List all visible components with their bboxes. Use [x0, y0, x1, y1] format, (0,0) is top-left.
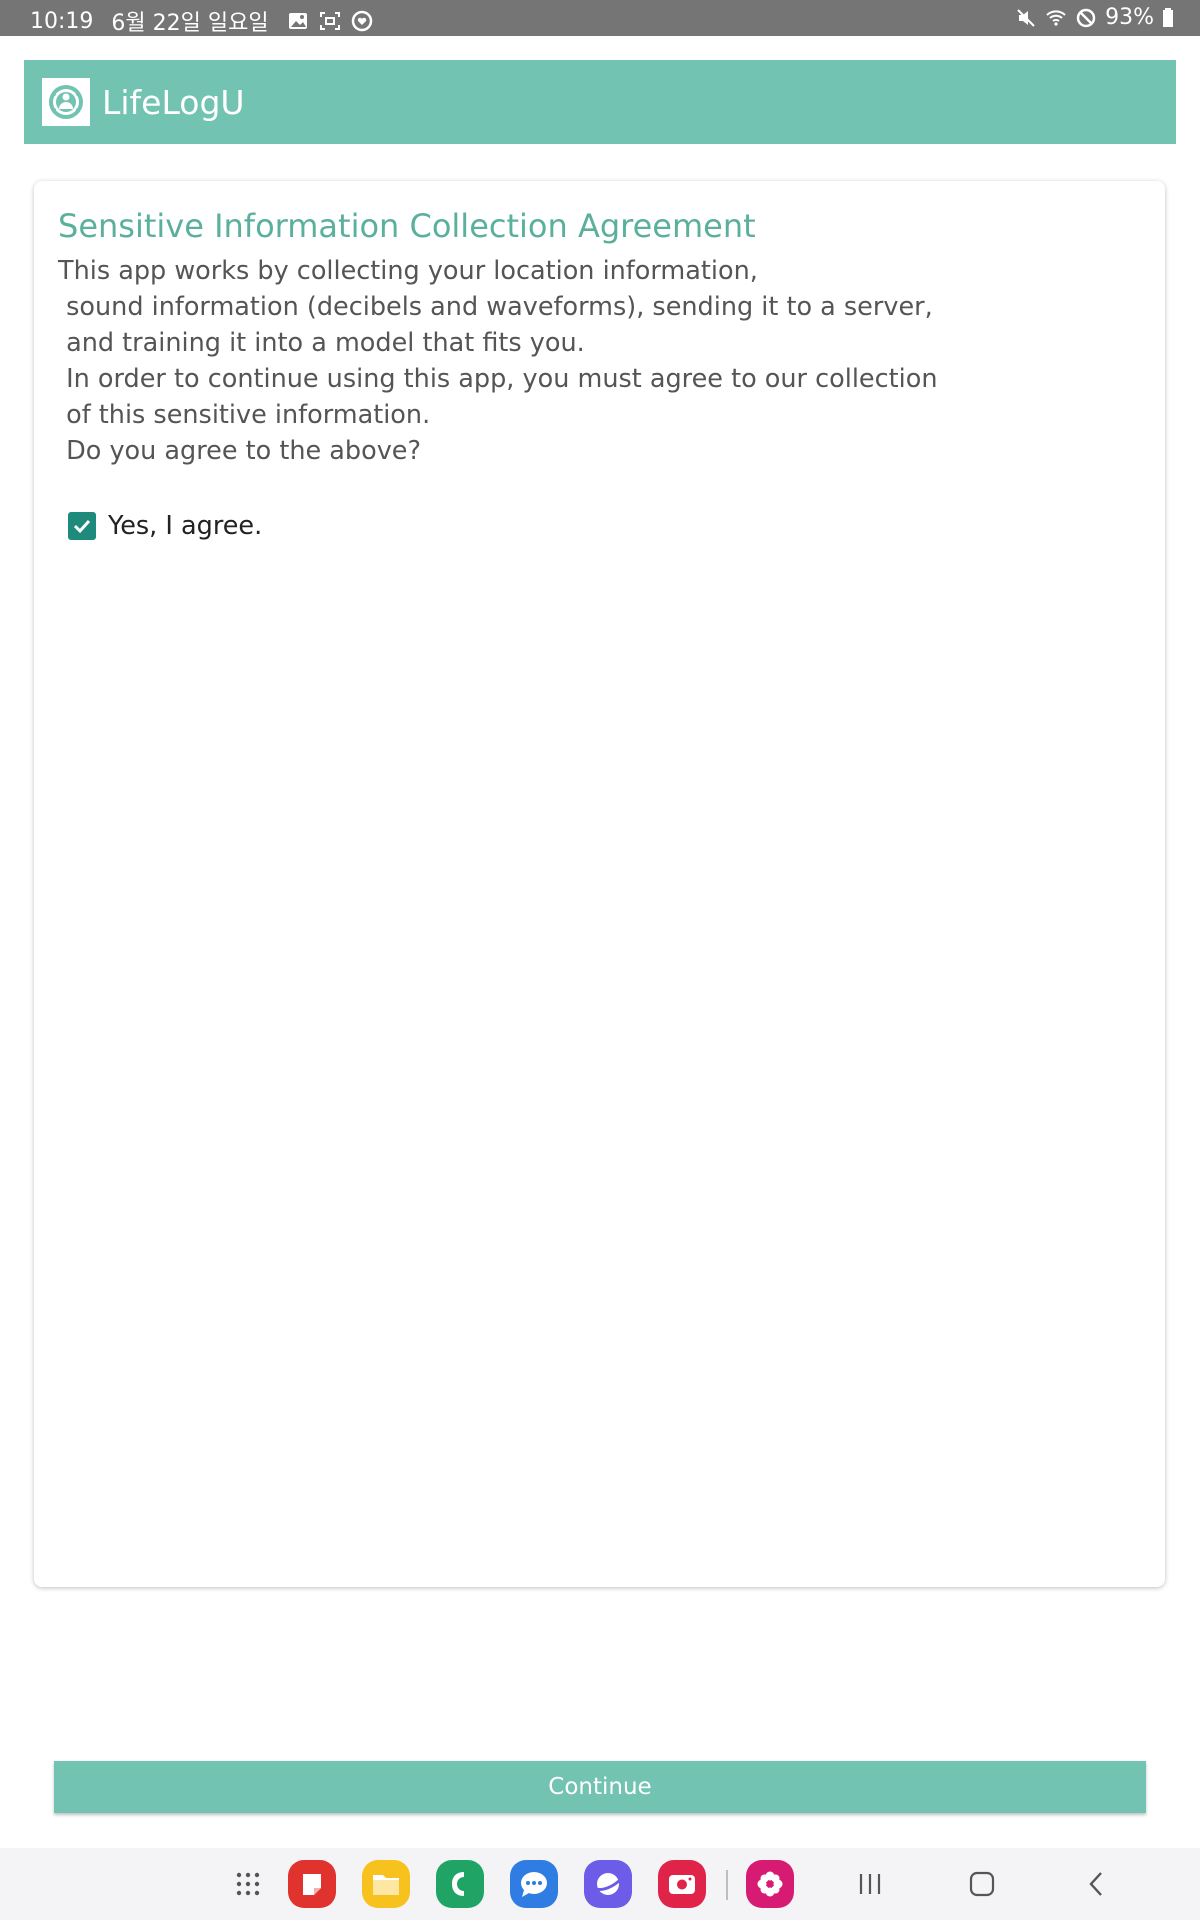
- home-icon[interactable]: [958, 1860, 1006, 1908]
- agreement-body: This app works by collecting your locati…: [58, 253, 938, 469]
- continue-button[interactable]: Continue: [54, 1761, 1146, 1813]
- screenshot-icon: [319, 12, 340, 30]
- agreement-line: In order to continue using this app, you…: [58, 364, 938, 394]
- notes-app-icon[interactable]: [288, 1860, 336, 1908]
- status-time: 10:19: [30, 8, 94, 34]
- agreement-title: Sensitive Information Collection Agreeme…: [58, 207, 756, 245]
- wifi-icon: [1046, 9, 1066, 26]
- app-drawer-icon[interactable]: [224, 1860, 272, 1908]
- screen-recorder-app-icon[interactable]: [658, 1860, 706, 1908]
- taskbar-divider: [726, 1870, 728, 1900]
- gallery-icon: [288, 13, 307, 29]
- navigation-bar: [0, 1848, 1200, 1920]
- agree-checkbox-label[interactable]: Yes, I agree.: [108, 511, 262, 541]
- phone-app-icon[interactable]: [436, 1860, 484, 1908]
- messages-app-icon[interactable]: [510, 1860, 558, 1908]
- checkmark-icon: [73, 519, 91, 534]
- battery-percent: 93%: [1105, 5, 1154, 30]
- app-title: LifeLogU: [102, 82, 245, 122]
- agreement-line: Do you agree to the above?: [58, 436, 422, 466]
- back-icon[interactable]: [1072, 1860, 1120, 1908]
- mute-icon: [1017, 8, 1035, 27]
- agreement-card: Sensitive Information Collection Agreeme…: [34, 181, 1165, 1587]
- battery-icon: [1163, 7, 1173, 27]
- dnd-icon: [1076, 8, 1096, 27]
- agreement-line: This app works by collecting your locati…: [58, 256, 758, 286]
- agree-checkbox-row[interactable]: Yes, I agree.: [68, 511, 262, 541]
- agreement-line: and training it into a model that fits y…: [58, 328, 585, 358]
- app-bar: LifeLogU: [24, 60, 1176, 144]
- gallery-app-icon[interactable]: [746, 1860, 794, 1908]
- lifelogu-logo-icon: [42, 78, 90, 126]
- health-icon: [351, 10, 372, 32]
- status-date: 6월 22일 일요일: [111, 11, 269, 36]
- internet-app-icon[interactable]: [584, 1860, 632, 1908]
- status-bar: 10:19 6월 22일 일요일 93%: [0, 0, 1200, 36]
- files-app-icon[interactable]: [362, 1860, 410, 1908]
- recents-icon[interactable]: [846, 1860, 894, 1908]
- agreement-line: of this sensitive information.: [58, 400, 431, 430]
- agree-checkbox[interactable]: [68, 512, 96, 540]
- agreement-line: sound information (decibels and waveform…: [58, 292, 933, 322]
